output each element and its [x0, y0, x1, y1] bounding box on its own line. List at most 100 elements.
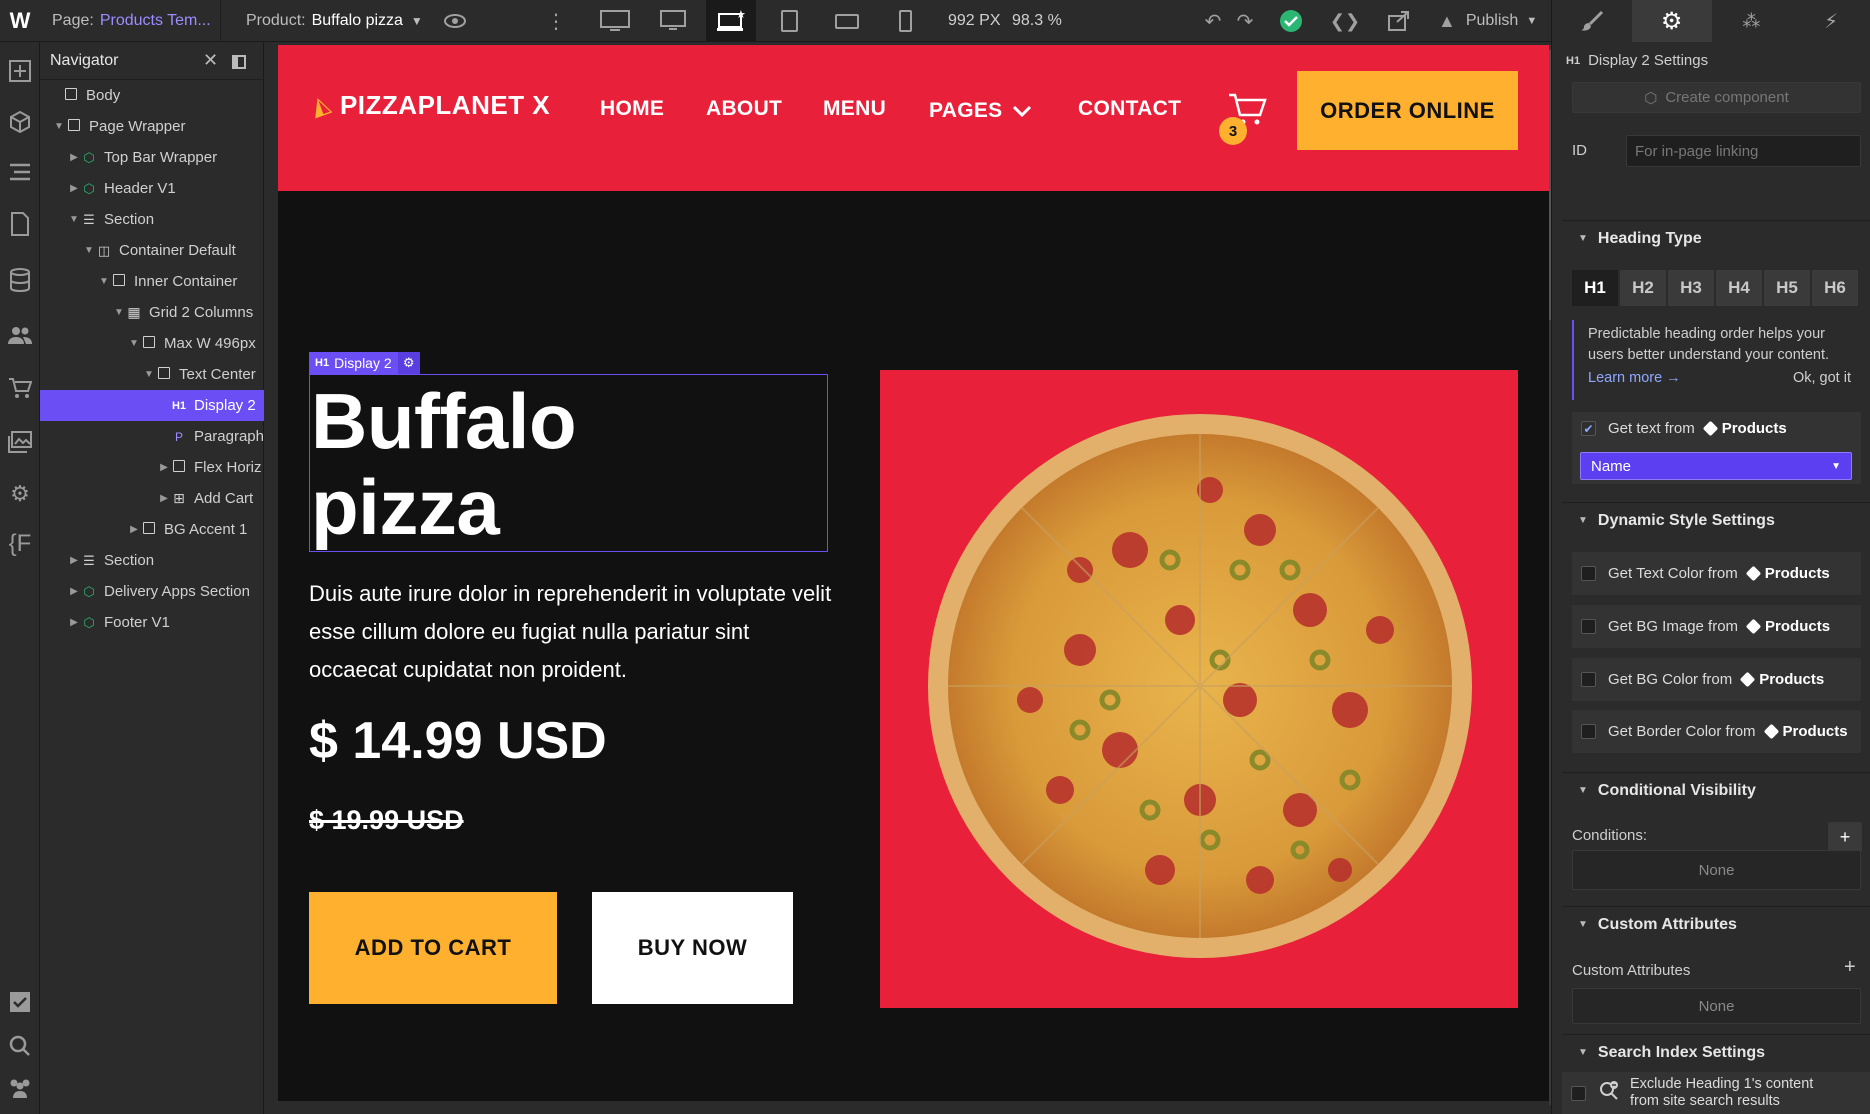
device-desktop-large-icon[interactable] — [590, 0, 640, 42]
redo-icon[interactable]: ↷ — [1232, 0, 1258, 42]
product-compare-price[interactable]: $ 19.99 USD — [309, 805, 464, 836]
caret-down-icon[interactable]: ▼ — [143, 369, 155, 380]
heading-level-h6[interactable]: H6 — [1812, 270, 1858, 306]
caret-down-icon[interactable]: ▼ — [128, 338, 140, 349]
heading-level-h5[interactable]: H5 — [1764, 270, 1810, 306]
cart-button[interactable]: 3 — [1219, 89, 1271, 145]
bg-image-checkbox[interactable] — [1581, 619, 1596, 634]
navigator-icon[interactable] — [0, 152, 40, 192]
nav-item-paragraph[interactable]: P Paragraph — [40, 421, 264, 452]
tab-settings-gear-icon[interactable]: ⚙ — [1631, 0, 1712, 42]
exclude-search-checkbox[interactable] — [1571, 1085, 1586, 1101]
assets-images-icon[interactable] — [0, 422, 40, 462]
dynamic-text-color-row[interactable]: Get Text Color from Products — [1572, 552, 1861, 595]
ecommerce-cart-icon[interactable] — [0, 368, 40, 408]
nav-item-container-default[interactable]: ▼ ◫ Container Default — [40, 235, 264, 266]
site-logo[interactable]: ◭ PIZZAPLANET X — [307, 90, 550, 122]
logic-flow-icon[interactable]: {F — [0, 524, 40, 564]
device-desktop-icon[interactable] — [648, 0, 698, 42]
share-icon[interactable] — [1384, 0, 1414, 42]
create-component-button[interactable]: ⬡ Create component — [1572, 82, 1861, 113]
caret-right-icon[interactable]: ▶ — [158, 462, 170, 473]
webflow-logo[interactable]: W — [6, 0, 34, 42]
conditional-visibility-header[interactable]: ▼ Conditional Visibility — [1562, 772, 1870, 808]
search-icon[interactable] — [0, 1026, 40, 1066]
custom-attributes-header[interactable]: ▼ Custom Attributes — [1562, 906, 1870, 942]
caret-right-icon[interactable]: ▶ — [68, 152, 80, 163]
ok-got-it-link[interactable]: Ok, got it — [1793, 368, 1851, 389]
nav-item-header-v1[interactable]: ▶ ⬡ Header V1 — [40, 173, 264, 204]
nav-item-section-2[interactable]: ▶ ☰ Section — [40, 545, 264, 576]
heading-level-h2[interactable]: H2 — [1620, 270, 1666, 306]
dynamic-style-header[interactable]: ▼ Dynamic Style Settings — [1562, 502, 1870, 538]
code-export-icon[interactable]: ❮❯ — [1330, 0, 1360, 42]
device-base-star-icon[interactable]: ★ — [706, 0, 756, 42]
add-to-cart-button[interactable]: ADD TO CART — [309, 892, 557, 1004]
symbols-cube-icon[interactable] — [0, 102, 40, 142]
nav-item-max-w[interactable]: ▼ Max W 496px — [40, 328, 264, 359]
publish-button[interactable]: ▲ Publish ▼ — [1438, 0, 1537, 42]
dynamic-bg-image-row[interactable]: Get BG Image from Products — [1572, 605, 1861, 648]
tab-interactions-bolt-icon[interactable]: ⚡ — [1791, 0, 1870, 42]
device-mobile-landscape-icon[interactable] — [822, 0, 872, 42]
tab-style-brush-icon[interactable] — [1552, 0, 1632, 42]
heading-level-h3[interactable]: H3 — [1668, 270, 1714, 306]
heading-type-header[interactable]: ▼ Heading Type — [1562, 220, 1870, 256]
page-selector[interactable]: Page: Products Tem... — [52, 0, 211, 42]
product-selector[interactable]: Product: Buffalo pizza ▼ — [246, 0, 423, 42]
nav-link-about[interactable]: ABOUT — [706, 97, 782, 121]
caret-down-icon[interactable]: ▼ — [68, 214, 80, 225]
add-elements-icon[interactable] — [0, 51, 40, 91]
field-name-select[interactable]: Name ▼ — [1580, 452, 1852, 480]
nav-item-top-bar-wrapper[interactable]: ▶ ⬡ Top Bar Wrapper — [40, 142, 264, 173]
device-tablet-icon[interactable] — [764, 0, 814, 42]
product-description[interactable]: Duis aute irure dolor in reprehenderit i… — [309, 575, 834, 689]
caret-down-icon[interactable]: ▼ — [113, 307, 125, 318]
buy-now-button[interactable]: BUY NOW — [592, 892, 793, 1004]
preview-eye-icon[interactable] — [440, 0, 470, 42]
dock-panel-icon[interactable] — [232, 55, 246, 69]
get-text-checkbox[interactable]: ✔ — [1581, 421, 1596, 436]
caret-down-icon[interactable]: ▼ — [53, 121, 65, 132]
border-color-checkbox[interactable] — [1581, 724, 1596, 739]
exclude-search-row[interactable]: Exclude Heading 1's content from site se… — [1562, 1072, 1870, 1114]
nav-item-footer-v1[interactable]: ▶ ⬡ Footer V1 — [40, 607, 264, 638]
device-mobile-portrait-icon[interactable] — [880, 0, 930, 42]
tab-style-manager-drops-icon[interactable]: ⁂ — [1712, 0, 1792, 42]
caret-right-icon[interactable]: ▶ — [68, 617, 80, 628]
order-online-button[interactable]: ORDER ONLINE — [1297, 71, 1518, 150]
more-options-icon[interactable]: ⋮ — [546, 0, 566, 42]
caret-down-icon[interactable]: ▼ — [98, 276, 110, 287]
dynamic-border-color-row[interactable]: Get Border Color from Products — [1572, 710, 1861, 753]
status-ok-icon[interactable] — [1278, 0, 1304, 42]
nav-item-inner-container[interactable]: ▼ Inner Container — [40, 266, 264, 297]
caret-right-icon[interactable]: ▶ — [68, 183, 80, 194]
pages-icon[interactable] — [0, 204, 40, 244]
add-attribute-plus-icon[interactable]: + — [1844, 956, 1856, 979]
nav-item-bg-accent-1[interactable]: ▶ BG Accent 1 — [40, 514, 264, 545]
settings-gear-icon[interactable]: ⚙ — [0, 474, 40, 514]
caret-right-icon[interactable]: ▶ — [158, 493, 170, 504]
heading-level-h4[interactable]: H4 — [1716, 270, 1762, 306]
nav-item-text-center[interactable]: ▼ Text Center — [40, 359, 264, 390]
nav-link-home[interactable]: HOME — [600, 97, 664, 121]
nav-item-page-wrapper[interactable]: ▼ Page Wrapper — [40, 111, 264, 142]
cms-database-icon[interactable] — [0, 260, 40, 300]
add-condition-button[interactable]: + — [1828, 822, 1862, 852]
nav-item-body[interactable]: Body — [40, 80, 264, 111]
dynamic-bg-color-row[interactable]: Get BG Color from Products — [1572, 658, 1861, 701]
search-index-header[interactable]: ▼ Search Index Settings — [1562, 1034, 1870, 1070]
element-settings-gear-icon[interactable]: ⚙ — [397, 352, 420, 374]
caret-down-icon[interactable]: ▼ — [83, 245, 95, 256]
learn-more-link[interactable]: Learn more → — [1588, 368, 1681, 389]
nav-item-flex-horiz[interactable]: ▶ Flex Horiz — [40, 452, 264, 483]
caret-right-icon[interactable]: ▶ — [68, 555, 80, 566]
text-color-checkbox[interactable] — [1581, 566, 1596, 581]
nav-item-add-cart[interactable]: ▶ ⊞ Add Cart — [40, 483, 264, 514]
nav-item-delivery-apps[interactable]: ▶ ⬡ Delivery Apps Section — [40, 576, 264, 607]
collaborators-icon[interactable] — [0, 1068, 40, 1108]
undo-icon[interactable]: ↶ — [1200, 0, 1226, 42]
bg-color-checkbox[interactable] — [1581, 672, 1596, 687]
users-icon[interactable] — [0, 315, 40, 355]
nav-link-pages[interactable]: PAGES — [929, 99, 1032, 123]
